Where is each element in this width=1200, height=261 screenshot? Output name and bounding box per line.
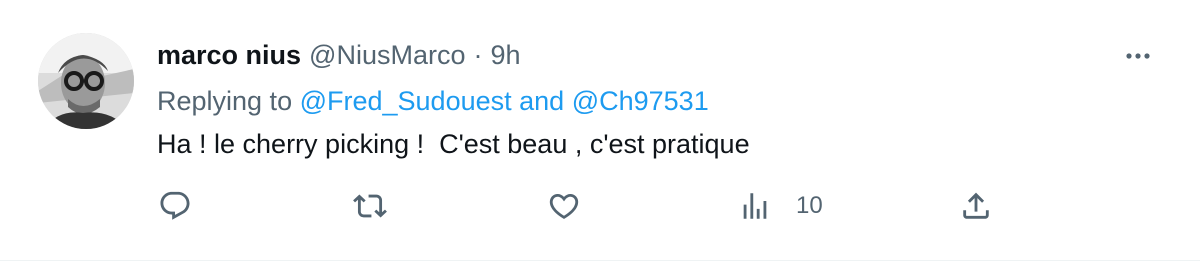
reply-button[interactable] — [158, 189, 192, 223]
more-button[interactable] — [1118, 42, 1158, 70]
replying-to: Replying to @Fred_Sudouest and @Ch97531 — [157, 84, 709, 118]
share-icon — [963, 192, 989, 219]
tweet-header: marco nius @NiusMarco · 9h — [157, 38, 521, 72]
reply-icon — [160, 191, 190, 220]
display-name[interactable]: marco nius — [157, 38, 301, 72]
replying-conjunction: and — [511, 86, 572, 116]
views-button[interactable]: 10 — [738, 189, 823, 223]
avatar-image — [38, 33, 134, 129]
like-icon — [549, 193, 579, 219]
views-count: 10 — [796, 192, 823, 219]
more-horizontal-icon — [1126, 53, 1150, 59]
replying-prefix: Replying to — [157, 86, 300, 116]
avatar[interactable] — [38, 33, 134, 129]
share-button[interactable] — [959, 189, 993, 223]
like-button[interactable] — [547, 189, 581, 223]
separator-dot: · — [473, 40, 483, 70]
tweet[interactable]: marco nius @NiusMarco · 9h Replying to @… — [0, 0, 1200, 261]
retweet-icon — [353, 194, 387, 218]
user-handle[interactable]: @NiusMarco — [309, 38, 465, 72]
reply-user-link[interactable]: @Ch97531 — [572, 86, 709, 116]
views-icon — [743, 193, 767, 219]
reply-user-link[interactable]: @Fred_Sudouest — [300, 86, 512, 116]
timestamp[interactable]: 9h — [490, 38, 520, 72]
tweet-text: Ha ! le cherry picking ! C'est beau , c'… — [157, 129, 750, 159]
retweet-button[interactable] — [353, 189, 387, 223]
